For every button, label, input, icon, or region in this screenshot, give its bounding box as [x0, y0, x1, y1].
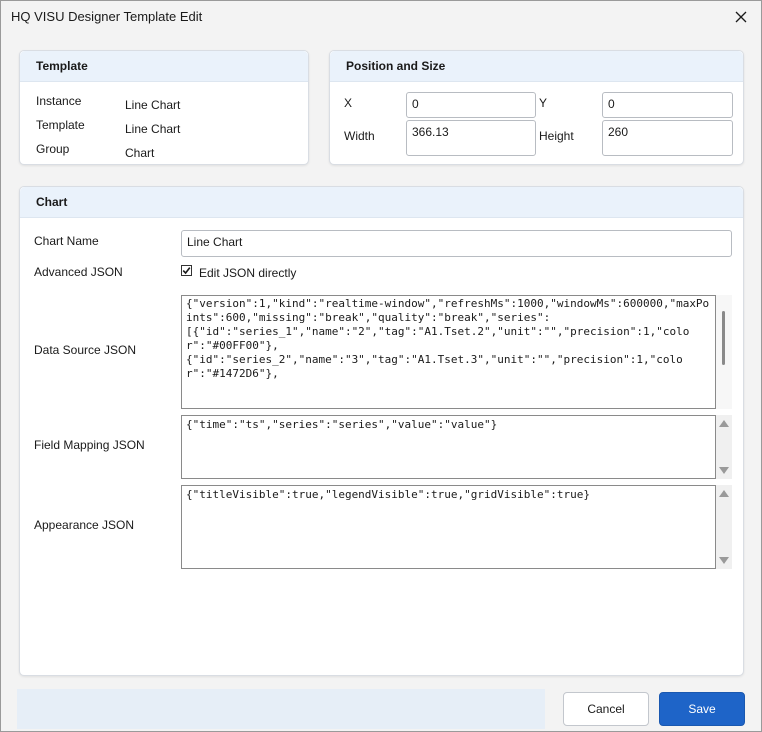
height-label: Height: [539, 129, 574, 143]
width-input[interactable]: 366.13: [406, 120, 536, 156]
field-mapping-scrollbar[interactable]: [716, 415, 732, 479]
position-size-panel-header: Position and Size: [330, 51, 743, 82]
scroll-down-arrow-icon[interactable]: [719, 557, 729, 564]
template-label: Template: [36, 118, 85, 132]
template-value: Line Chart: [125, 122, 181, 136]
appearance-label: Appearance JSON: [34, 518, 135, 532]
y-input[interactable]: 0: [602, 92, 733, 118]
template-panel: Template Instance Line Chart Template Li…: [19, 50, 309, 165]
close-icon: [735, 11, 747, 23]
y-label: Y: [539, 96, 548, 110]
width-label: Width: [344, 129, 375, 143]
position-size-panel: Position and Size X 0 Y 0 Width 366.13 H…: [329, 50, 744, 165]
close-button[interactable]: [727, 4, 755, 30]
cancel-button[interactable]: Cancel: [563, 692, 649, 726]
appearance-scrollbar[interactable]: [716, 485, 732, 569]
checkmark-icon: [182, 267, 191, 275]
template-panel-header: Template: [20, 51, 308, 82]
chart-name-label: Chart Name: [34, 234, 99, 248]
chart-name-input[interactable]: Line Chart: [181, 230, 732, 257]
chart-panel-header: Chart: [20, 187, 743, 218]
height-input[interactable]: 260: [602, 120, 733, 156]
footer-strip: [17, 689, 545, 729]
data-source-scroll-thumb[interactable]: [722, 311, 725, 365]
window-title: HQ VISU Designer Template Edit: [11, 9, 203, 24]
scroll-up-arrow-icon[interactable]: [719, 420, 729, 427]
appearance-textarea[interactable]: {"titleVisible":true,"legendVisible":tru…: [181, 485, 716, 569]
edit-json-label[interactable]: Edit JSON directly: [199, 266, 296, 280]
instance-label: Instance: [36, 94, 82, 108]
x-input[interactable]: 0: [406, 92, 536, 118]
scroll-up-arrow-icon[interactable]: [719, 490, 729, 497]
group-value: Chart: [125, 146, 155, 160]
title-bar: HQ VISU Designer Template Edit: [1, 1, 761, 33]
advanced-json-label: Advanced JSON: [34, 265, 123, 279]
data-source-textarea[interactable]: {"version":1,"kind":"realtime-window","r…: [181, 295, 716, 409]
instance-value: Line Chart: [125, 98, 181, 112]
x-label: X: [344, 96, 353, 110]
edit-json-checkbox[interactable]: [181, 265, 192, 276]
field-mapping-textarea[interactable]: {"time":"ts","series":"series","value":"…: [181, 415, 716, 479]
data-source-scrollbar[interactable]: [716, 295, 732, 409]
save-button[interactable]: Save: [659, 692, 745, 726]
dialog-window: HQ VISU Designer Template Edit Template …: [0, 0, 762, 732]
scroll-down-arrow-icon[interactable]: [719, 467, 729, 474]
group-label: Group: [36, 142, 70, 156]
field-mapping-label: Field Mapping JSON: [34, 438, 145, 452]
data-source-label: Data Source JSON: [34, 343, 137, 357]
